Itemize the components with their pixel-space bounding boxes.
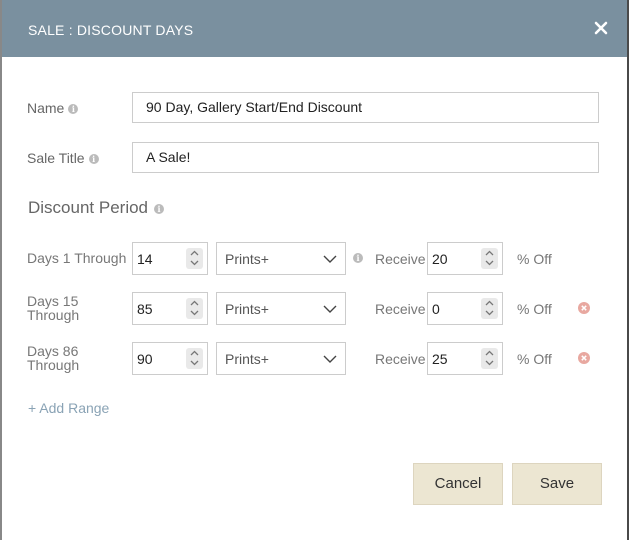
select-value: Prints+ — [225, 351, 269, 367]
chevron-down-icon[interactable] — [484, 258, 495, 268]
close-icon[interactable] — [593, 20, 609, 36]
stepper[interactable] — [481, 298, 498, 319]
name-field[interactable]: 90 Day, Gallery Start/End Discount — [132, 92, 599, 123]
receive-label: Receive — [375, 301, 426, 317]
remove-range-icon[interactable] — [578, 352, 590, 364]
chevron-down-icon[interactable] — [189, 308, 200, 318]
info-icon: i — [88, 154, 99, 165]
add-range-link[interactable]: + Add Range — [28, 400, 109, 416]
stepper[interactable] — [186, 298, 203, 319]
chevron-down-icon[interactable] — [484, 308, 495, 318]
chevron-up-icon[interactable] — [484, 248, 495, 258]
chevron-down-icon — [323, 305, 337, 313]
chevron-up-icon[interactable] — [484, 298, 495, 308]
sale-title-label-text: Sale Title — [27, 150, 85, 166]
receive-label: Receive — [375, 351, 426, 367]
sale-title-field-value: A Sale! — [146, 149, 191, 165]
info-icon: i — [353, 253, 363, 263]
name-label-text: Name — [27, 100, 65, 116]
remove-range-icon[interactable] — [578, 302, 590, 314]
info-icon: i — [154, 203, 165, 214]
percent-off-label: % Off — [517, 301, 552, 317]
range-1-product-select[interactable]: Prints+ — [216, 242, 346, 275]
discount-days-modal: SALE : DISCOUNT DAYS Name i 90 Day, Galle… — [0, 0, 627, 540]
sale-title-field[interactable]: A Sale! — [132, 142, 599, 173]
info-icon: i — [68, 104, 79, 115]
range-2-product-select[interactable]: Prints+ — [216, 292, 346, 325]
through-value: 14 — [137, 251, 153, 267]
stepper[interactable] — [481, 248, 498, 269]
range-3-product-select[interactable]: Prints+ — [216, 342, 346, 375]
percent-off-label: % Off — [517, 351, 552, 367]
range-label-line: Days 1 Through — [27, 250, 127, 266]
receive-label: Receive — [375, 251, 426, 267]
range-3-label: Days 86 Through — [27, 344, 79, 372]
chevron-down-icon — [323, 355, 337, 363]
stepper[interactable] — [186, 248, 203, 269]
range-label-line: Days 15 — [27, 293, 79, 309]
cancel-button[interactable]: Cancel — [413, 463, 503, 505]
range-1-label: Days 1 Through — [27, 251, 126, 265]
save-button[interactable]: Save — [512, 463, 602, 505]
percent-off-label: % Off — [517, 251, 552, 267]
chevron-down-icon[interactable] — [484, 358, 495, 368]
chevron-down-icon — [323, 255, 337, 263]
chevron-up-icon[interactable] — [189, 298, 200, 308]
chevron-down-icon[interactable] — [189, 358, 200, 368]
range-2-through-input[interactable]: 85 — [132, 292, 208, 325]
chevron-up-icon[interactable] — [484, 348, 495, 358]
discount-value: 0 — [432, 301, 440, 317]
discount-period-title-text: Discount Period — [28, 198, 149, 217]
discount-value: 25 — [432, 351, 448, 367]
chevron-up-icon[interactable] — [189, 248, 200, 258]
name-label: Name i — [27, 100, 79, 116]
range-3-discount-input[interactable]: 25 — [427, 342, 503, 375]
through-value: 90 — [137, 351, 153, 367]
range-label-line: Through — [27, 357, 80, 373]
range-2-discount-input[interactable]: 0 — [427, 292, 503, 325]
stepper[interactable] — [481, 348, 498, 369]
chevron-down-icon[interactable] — [189, 258, 200, 268]
through-value: 85 — [137, 301, 153, 317]
modal-header: SALE : DISCOUNT DAYS — [2, 0, 627, 57]
select-value: Prints+ — [225, 251, 269, 267]
range-label-line: Days 86 — [27, 343, 79, 359]
select-value: Prints+ — [225, 301, 269, 317]
range-2-label: Days 15 Through — [27, 294, 79, 322]
range-1-discount-input[interactable]: 20 — [427, 242, 503, 275]
stepper[interactable] — [186, 348, 203, 369]
modal-title: SALE : DISCOUNT DAYS — [28, 22, 194, 38]
name-field-value: 90 Day, Gallery Start/End Discount — [146, 99, 363, 115]
range-1-through-input[interactable]: 14 — [132, 242, 208, 275]
discount-value: 20 — [432, 251, 448, 267]
chevron-up-icon[interactable] — [189, 348, 200, 358]
sale-title-label: Sale Title i — [27, 150, 99, 166]
discount-period-title: Discount Period i — [28, 198, 165, 218]
range-3-through-input[interactable]: 90 — [132, 342, 208, 375]
range-label-line: Through — [27, 307, 80, 323]
